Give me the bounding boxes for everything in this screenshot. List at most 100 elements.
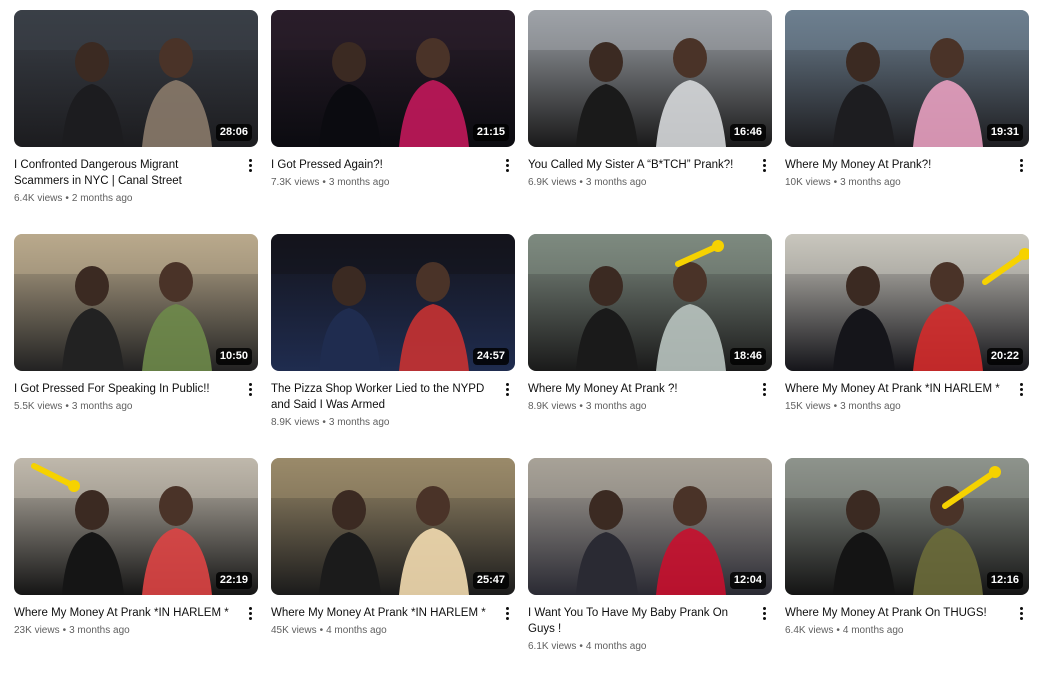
video-card[interactable]: 18:46 Where My Money At Prank ?! 8.9K view…	[528, 234, 772, 458]
upload-age: 3 months ago	[840, 401, 901, 412]
video-details: I Want You To Have My Baby Prank On Guys…	[528, 595, 772, 654]
separator-dot: •	[579, 641, 583, 652]
separator-dot: •	[836, 625, 840, 636]
video-title[interactable]: Where My Money At Prank *IN HARLEM *	[14, 605, 236, 621]
video-title[interactable]: I Want You To Have My Baby Prank On Guys…	[528, 605, 750, 637]
more-options-icon[interactable]	[244, 380, 256, 398]
video-details: I Got Pressed For Speaking In Public!! 5.…	[14, 371, 258, 414]
video-details: Where My Money At Prank *IN HARLEM * 45K …	[271, 595, 515, 638]
more-options-icon[interactable]	[1015, 156, 1027, 174]
upload-age: 3 months ago	[840, 177, 901, 188]
video-stats: 8.9K views • 3 months ago	[528, 400, 750, 414]
upload-age: 3 months ago	[69, 625, 130, 636]
view-count: 8.9K views	[528, 401, 577, 412]
video-card[interactable]: 21:15 I Got Pressed Again?! 7.3K views • 3 m…	[271, 10, 515, 234]
video-card[interactable]: 19:31 Where My Money At Prank?! 10K views •…	[785, 10, 1029, 234]
video-details: The Pizza Shop Worker Lied to the NYPD a…	[271, 371, 515, 430]
video-duration: 22:19	[215, 572, 252, 589]
video-card[interactable]: 12:04 I Want You To Have My Baby Prank On…	[528, 458, 772, 682]
video-thumbnail[interactable]: 25:47	[271, 458, 515, 595]
video-details: Where My Money At Prank ?! 8.9K views • 3 m…	[528, 371, 772, 414]
separator-dot: •	[65, 401, 69, 412]
video-details: Where My Money At Prank?! 10K views • 3 mon…	[785, 147, 1029, 190]
video-card[interactable]: 25:47 Where My Money At Prank *IN HARLEM …	[271, 458, 515, 682]
video-stats: 15K views • 3 months ago	[785, 400, 1007, 414]
video-stats: 10K views • 3 months ago	[785, 176, 1007, 190]
video-title[interactable]: Where My Money At Prank?!	[785, 157, 1007, 173]
view-count: 6.4K views	[14, 193, 63, 204]
video-stats: 45K views • 4 months ago	[271, 624, 493, 638]
more-options-icon[interactable]	[501, 380, 513, 398]
more-options-icon[interactable]	[1015, 380, 1027, 398]
more-options-icon[interactable]	[758, 156, 770, 174]
view-count: 45K views	[271, 625, 317, 636]
more-options-icon[interactable]	[244, 604, 256, 622]
video-title[interactable]: Where My Money At Prank ?!	[528, 381, 750, 397]
video-card[interactable]: 22:19 Where My Money At Prank *IN HARLEM …	[14, 458, 258, 682]
video-thumbnail[interactable]: 18:46	[528, 234, 772, 371]
video-duration: 16:46	[729, 124, 766, 141]
view-count: 5.5K views	[14, 401, 63, 412]
separator-dot: •	[579, 401, 583, 412]
video-title[interactable]: I Got Pressed Again?!	[271, 157, 493, 173]
video-title[interactable]: Where My Money At Prank On THUGS!	[785, 605, 1007, 621]
video-card[interactable]: 28:06 I Confronted Dangerous Migrant Scam…	[14, 10, 258, 234]
video-duration: 12:04	[729, 572, 766, 589]
video-stats: 8.9K views • 3 months ago	[271, 416, 493, 430]
view-count: 6.9K views	[528, 177, 577, 188]
upload-age: 3 months ago	[328, 417, 390, 428]
view-count: 8.9K views	[271, 417, 320, 428]
video-title[interactable]: Where My Money At Prank *IN HARLEM *	[271, 605, 493, 621]
more-options-icon[interactable]	[758, 380, 770, 398]
video-thumbnail[interactable]: 24:57	[271, 234, 515, 371]
separator-dot: •	[833, 401, 838, 412]
separator-dot: •	[833, 177, 838, 188]
video-details: Where My Money At Prank *IN HARLEM * 23K …	[14, 595, 258, 638]
separator-dot: •	[322, 417, 326, 428]
more-options-icon[interactable]	[501, 604, 513, 622]
video-title[interactable]: I Got Pressed For Speaking In Public!!	[14, 381, 236, 397]
video-card[interactable]: 16:46 You Called My Sister A “B*TCH” Pran…	[528, 10, 772, 234]
video-card[interactable]: 20:22 Where My Money At Prank *IN HARLEM …	[785, 234, 1029, 458]
upload-age: 2 months ago	[71, 193, 133, 204]
video-thumbnail[interactable]: 12:16	[785, 458, 1029, 595]
video-title[interactable]: You Called My Sister A “B*TCH” Prank?!	[528, 157, 750, 173]
separator-dot: •	[322, 177, 326, 188]
video-title[interactable]: I Confronted Dangerous Migrant Scammers …	[14, 157, 236, 189]
video-card[interactable]: 10:50 I Got Pressed For Speaking In Publi…	[14, 234, 258, 458]
video-thumbnail[interactable]: 22:19	[14, 458, 258, 595]
video-duration: 24:57	[472, 348, 509, 365]
video-details: I Got Pressed Again?! 7.3K views • 3 months…	[271, 147, 515, 190]
video-duration: 10:50	[215, 348, 252, 365]
video-card[interactable]: 24:57 The Pizza Shop Worker Lied to the N…	[271, 234, 515, 458]
view-count: 6.1K views	[528, 641, 577, 652]
more-options-icon[interactable]	[501, 156, 513, 174]
more-options-icon[interactable]	[244, 156, 256, 174]
more-options-icon[interactable]	[1015, 604, 1027, 622]
video-thumbnail[interactable]: 12:04	[528, 458, 772, 595]
video-stats: 5.5K views • 3 months ago	[14, 400, 236, 414]
video-thumbnail[interactable]: 21:15	[271, 10, 515, 147]
view-count: 10K views	[785, 177, 831, 188]
upload-age: 4 months ago	[326, 625, 387, 636]
video-details: You Called My Sister A “B*TCH” Prank?! 6.…	[528, 147, 772, 190]
video-thumbnail[interactable]: 20:22	[785, 234, 1029, 371]
video-duration: 28:06	[215, 124, 252, 141]
video-details: Where My Money At Prank *IN HARLEM * 15K …	[785, 371, 1029, 414]
video-thumbnail[interactable]: 16:46	[528, 10, 772, 147]
video-thumbnail[interactable]: 28:06	[14, 10, 258, 147]
video-thumbnail[interactable]: 10:50	[14, 234, 258, 371]
video-title[interactable]: Where My Money At Prank *IN HARLEM *	[785, 381, 1007, 397]
video-duration: 12:16	[986, 572, 1023, 589]
separator-dot: •	[579, 177, 583, 188]
video-card[interactable]: 12:16 Where My Money At Prank On THUGS! 6.…	[785, 458, 1029, 682]
video-duration: 18:46	[729, 348, 766, 365]
view-count: 7.3K views	[271, 177, 320, 188]
video-title[interactable]: The Pizza Shop Worker Lied to the NYPD a…	[271, 381, 493, 413]
view-count: 23K views	[14, 625, 60, 636]
separator-dot: •	[62, 625, 67, 636]
more-options-icon[interactable]	[758, 604, 770, 622]
upload-age: 3 months ago	[328, 177, 390, 188]
video-duration: 19:31	[986, 124, 1023, 141]
video-thumbnail[interactable]: 19:31	[785, 10, 1029, 147]
